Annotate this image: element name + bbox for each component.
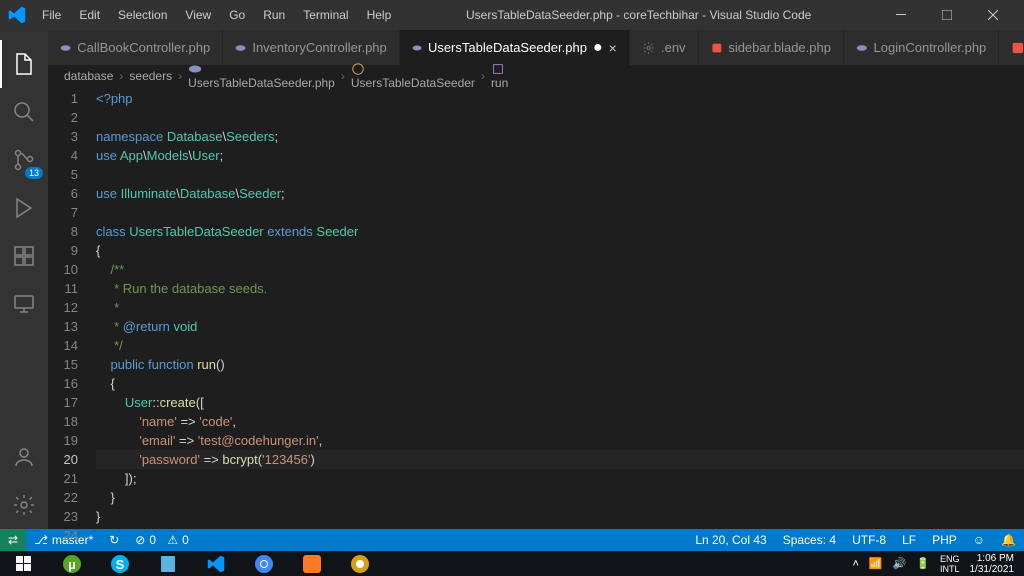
search-icon[interactable] — [0, 88, 48, 136]
tab-label: sidebar.blade.php — [728, 40, 831, 55]
code-line-4[interactable]: use App\Models\User; — [96, 146, 1024, 165]
maximize-button[interactable] — [924, 0, 970, 30]
extensions-icon[interactable] — [0, 232, 48, 280]
volume-icon[interactable]: 🔊 — [893, 557, 907, 570]
code-line-9[interactable]: { — [96, 241, 1024, 260]
tab-label: InventoryController.php — [252, 40, 386, 55]
settings-gear-icon[interactable] — [0, 481, 48, 529]
battery-icon[interactable]: 🔋 — [916, 557, 930, 570]
menu-help[interactable]: Help — [359, 4, 400, 26]
code-line-6[interactable]: use Illuminate\Database\Seeder; — [96, 184, 1024, 203]
editor-group: CallBookController.php InventoryControlle… — [48, 30, 1024, 529]
vscode-taskbar-icon[interactable] — [192, 551, 240, 576]
tab-label: .env — [661, 40, 686, 55]
menu-edit[interactable]: Edit — [71, 4, 108, 26]
svg-text:µ: µ — [68, 557, 76, 572]
breadcrumb-segment[interactable]: database — [64, 69, 113, 83]
code-line-14[interactable]: */ — [96, 336, 1024, 355]
code-line-3[interactable]: namespace Database\Seeders; — [96, 127, 1024, 146]
code-line-8[interactable]: class UsersTableDataSeeder extends Seede… — [96, 222, 1024, 241]
tab-4[interactable]: sidebar.blade.php — [699, 30, 844, 65]
code-line-2[interactable] — [96, 108, 1024, 127]
window-title: UsersTableDataSeeder.php - coreTechbihar… — [399, 8, 878, 22]
tab-2[interactable]: UsersTableDataSeeder.php ● × — [400, 30, 630, 65]
code-line-19[interactable]: 'email' => 'test@codehunger.in', — [96, 431, 1024, 450]
editor-tabs: CallBookController.php InventoryControlle… — [48, 30, 1024, 65]
system-tray[interactable]: ˄ 📶 🔊 🔋 ENG INTL 1:06 PM1/31/2021 — [852, 553, 1024, 575]
code-line-17[interactable]: User::create([ — [96, 393, 1024, 412]
tab-label: LoginController.php — [874, 40, 987, 55]
utorrent-icon[interactable]: µ — [48, 551, 96, 576]
menu-run[interactable]: Run — [255, 4, 293, 26]
chrome-icon[interactable] — [240, 551, 288, 576]
code-line-13[interactable]: * @return void — [96, 317, 1024, 336]
code-line-7[interactable] — [96, 203, 1024, 222]
tab-label: CallBookController.php — [77, 40, 210, 55]
accounts-icon[interactable] — [0, 433, 48, 481]
tab-5[interactable]: LoginController.php — [844, 30, 999, 65]
breadcrumb[interactable]: database›seeders› UsersTableDataSeeder.p… — [48, 65, 1024, 87]
code-line-1[interactable]: <?php — [96, 89, 1024, 108]
code-line-18[interactable]: 'name' => 'code', — [96, 412, 1024, 431]
skype-icon[interactable]: S — [96, 551, 144, 576]
tab-6[interactable]: index.blade.php ..\l — [999, 30, 1024, 65]
code-line-20[interactable]: 'password' => bcrypt('123456') — [96, 450, 1024, 469]
clock[interactable]: 1:06 PM1/31/2021 — [970, 553, 1015, 575]
breadcrumb-segment[interactable]: seeders — [129, 69, 172, 83]
code-line-24[interactable] — [96, 526, 1024, 545]
breadcrumb-segment[interactable]: UsersTableDataSeeder.php — [188, 62, 335, 90]
activity-bar: 13 — [0, 30, 48, 529]
svg-text:S: S — [116, 557, 125, 572]
code-line-11[interactable]: * Run the database seeds. — [96, 279, 1024, 298]
menu-view[interactable]: View — [177, 4, 219, 26]
breadcrumb-segment[interactable]: run — [491, 62, 508, 90]
code-line-22[interactable]: } — [96, 488, 1024, 507]
wifi-icon[interactable]: 📶 — [869, 557, 883, 570]
menu-go[interactable]: Go — [221, 4, 253, 26]
menu-terminal[interactable]: Terminal — [295, 4, 356, 26]
xampp-icon[interactable] — [288, 551, 336, 576]
menu-selection[interactable]: Selection — [110, 4, 175, 26]
keyboard-lang[interactable]: ENG INTL — [940, 554, 960, 574]
minimize-button[interactable] — [878, 0, 924, 30]
tab-dirty-icon: ● — [593, 39, 603, 57]
code-line-23[interactable]: } — [96, 507, 1024, 526]
close-button[interactable] — [970, 0, 1016, 30]
editor[interactable]: 123456789101112131415161718192021222324 … — [48, 87, 1024, 529]
breadcrumb-segment[interactable]: UsersTableDataSeeder — [351, 62, 475, 90]
windows-taskbar: µ S ˄ 📶 🔊 🔋 ENG INTL 1:06 PM1/31/2021 — [0, 551, 1024, 576]
code-line-21[interactable]: ]); — [96, 469, 1024, 488]
code-line-5[interactable] — [96, 165, 1024, 184]
code-area[interactable]: <?php namespace Database\Seeders;use App\… — [96, 87, 1024, 529]
window-controls — [878, 0, 1016, 30]
tab-1[interactable]: InventoryController.php — [223, 30, 400, 65]
code-line-16[interactable]: { — [96, 374, 1024, 393]
menu-bar: FileEditSelectionViewGoRunTerminalHelp — [34, 4, 399, 26]
remote-icon[interactable] — [0, 280, 48, 328]
line-gutter: 123456789101112131415161718192021222324 — [48, 87, 96, 529]
tab-label: UsersTableDataSeeder.php — [428, 40, 587, 55]
tab-0[interactable]: CallBookController.php — [48, 30, 223, 65]
scm-badge: 13 — [25, 167, 43, 179]
tab-3[interactable]: .env — [630, 30, 699, 65]
code-line-15[interactable]: public function run() — [96, 355, 1024, 374]
menu-file[interactable]: File — [34, 4, 69, 26]
tab-close-icon[interactable]: × — [609, 40, 617, 56]
title-bar: FileEditSelectionViewGoRunTerminalHelp U… — [0, 0, 1024, 30]
source-control-icon[interactable]: 13 — [0, 136, 48, 184]
code-line-10[interactable]: /** — [96, 260, 1024, 279]
tray-chevron-icon[interactable]: ˄ — [852, 558, 858, 570]
vscode-logo-icon — [8, 6, 26, 24]
code-line-12[interactable]: * — [96, 298, 1024, 317]
explorer-icon[interactable] — [0, 40, 48, 88]
remote-indicator[interactable]: ⇄ — [0, 529, 26, 551]
run-debug-icon[interactable] — [0, 184, 48, 232]
start-button[interactable] — [0, 551, 48, 576]
chrome-canary-icon[interactable] — [336, 551, 384, 576]
notepad-icon[interactable] — [144, 551, 192, 576]
